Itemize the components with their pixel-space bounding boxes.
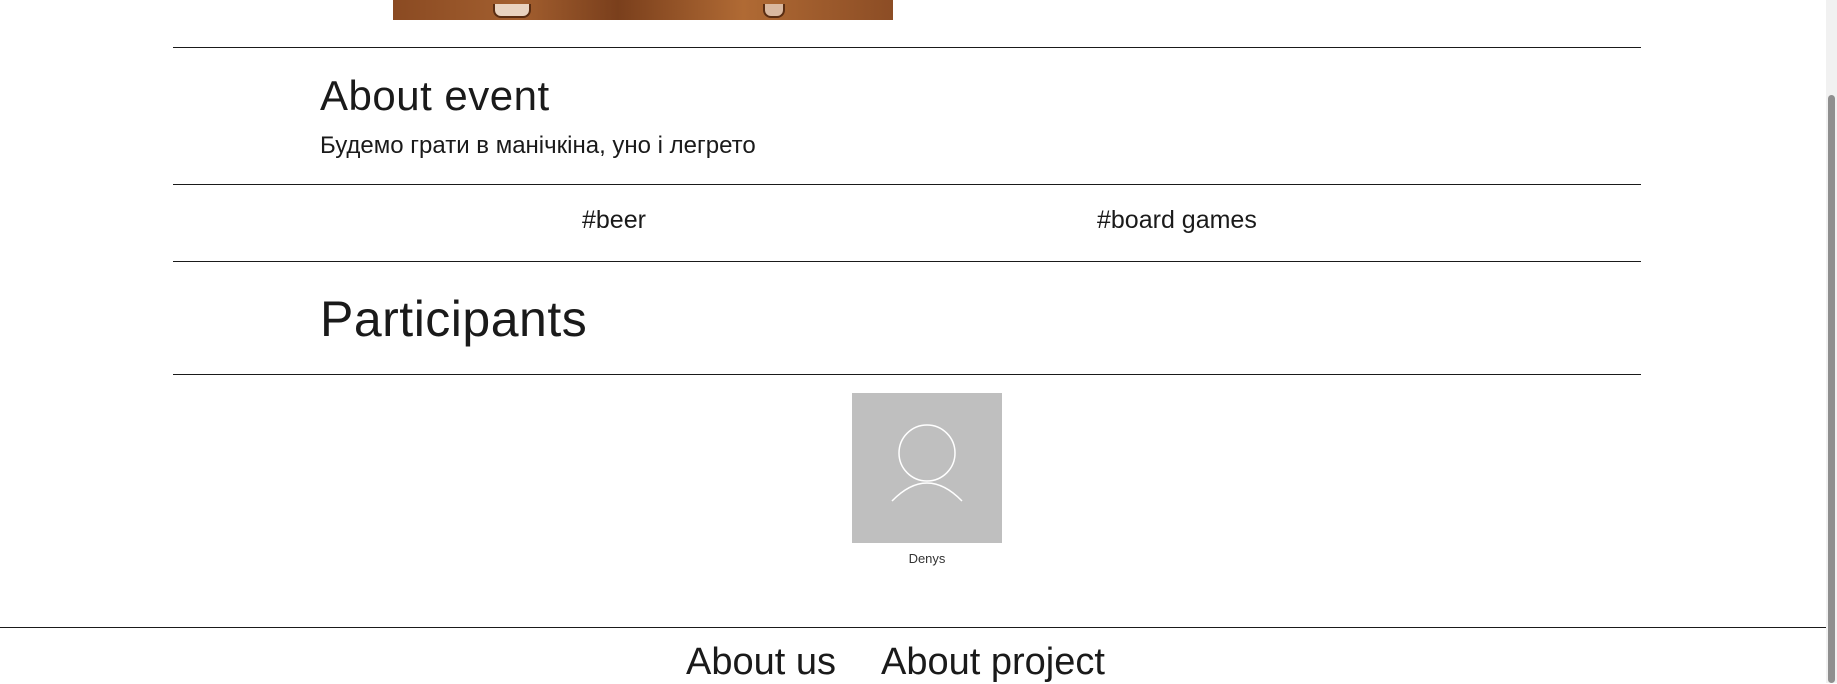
about-event-description: Будемо грати в манічкіна, уно і легрето — [320, 132, 756, 159]
divider — [173, 184, 1641, 185]
participant-name: Denys — [908, 551, 946, 566]
divider — [173, 261, 1641, 262]
scrollbar-track[interactable] — [1826, 0, 1837, 683]
footer-link-about-us[interactable]: About us — [686, 641, 836, 684]
divider — [173, 47, 1641, 48]
footer-divider — [0, 627, 1826, 628]
scrollbar-thumb[interactable] — [1828, 95, 1835, 683]
event-image — [393, 0, 893, 20]
participants-title: Participants — [320, 291, 588, 347]
footer-link-about-project[interactable]: About project — [881, 641, 1105, 684]
about-event-title: About event — [320, 72, 550, 119]
participant-card[interactable]: Denys — [852, 393, 1002, 566]
game-piece-decoration — [493, 4, 531, 18]
user-avatar-icon — [852, 393, 1002, 543]
tag-board-games[interactable]: #board games — [1097, 206, 1257, 235]
game-piece-decoration — [763, 4, 785, 18]
tag-beer[interactable]: #beer — [582, 206, 646, 235]
divider — [173, 374, 1641, 375]
